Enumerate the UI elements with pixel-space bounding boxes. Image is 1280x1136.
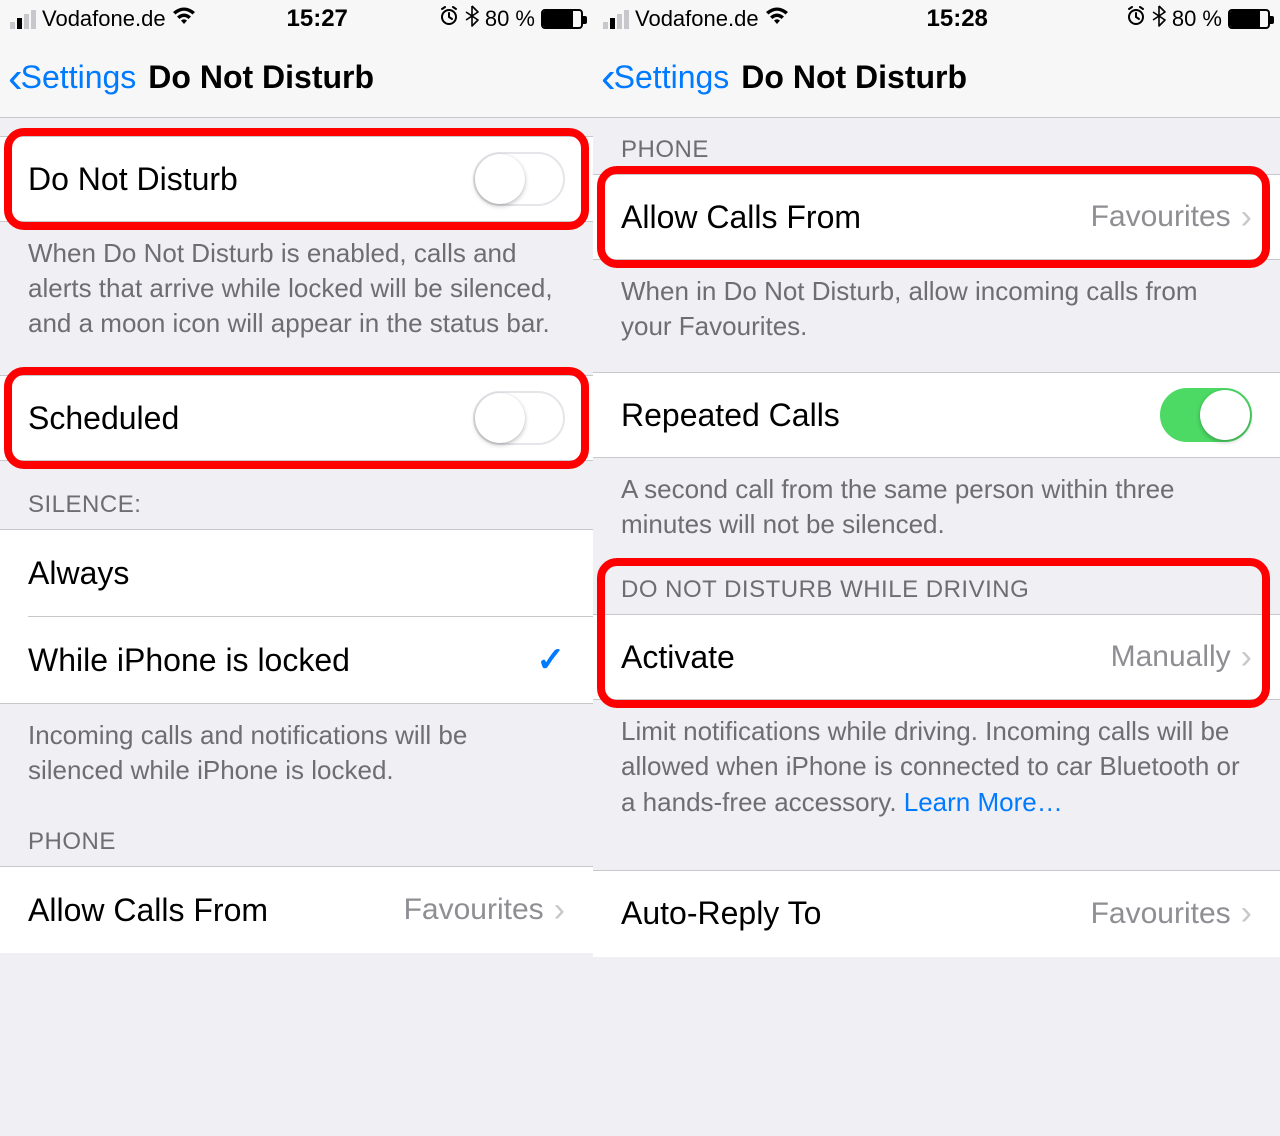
battery-icon bbox=[541, 9, 583, 29]
dnd-label: Do Not Disturb bbox=[28, 161, 238, 198]
silence-locked-row[interactable]: While iPhone is locked ✓ bbox=[0, 617, 593, 703]
allow-calls-row[interactable]: Allow Calls From Favourites › bbox=[0, 867, 593, 953]
allow-calls-group: Allow Calls From Favourites › bbox=[0, 866, 593, 953]
silence-footer: Incoming calls and notifications will be… bbox=[0, 704, 593, 798]
chevron-right-icon: › bbox=[554, 891, 565, 930]
chevron-right-icon: › bbox=[1241, 198, 1252, 237]
chevron-right-icon: › bbox=[1241, 894, 1252, 933]
status-time: 15:27 bbox=[287, 5, 348, 33]
allow-calls-row[interactable]: Allow Calls From Favourites › bbox=[593, 174, 1280, 260]
nav-bar: ‹ Settings Do Not Disturb bbox=[593, 38, 1280, 118]
repeated-calls-footer: A second call from the same person withi… bbox=[593, 458, 1280, 552]
activate-label: Activate bbox=[621, 639, 735, 676]
scheduled-toggle-row[interactable]: Scheduled bbox=[0, 375, 593, 461]
autoreply-group: Auto-Reply To Favourites › bbox=[593, 870, 1280, 957]
status-time: 15:28 bbox=[927, 5, 988, 33]
signal-icon bbox=[603, 10, 629, 29]
status-bar: Vodafone.de 15:28 80 % bbox=[593, 0, 1280, 38]
wifi-icon bbox=[172, 7, 196, 31]
scheduled-label: Scheduled bbox=[28, 400, 179, 437]
bluetooth-icon bbox=[465, 5, 479, 33]
allow-calls-value: Favourites bbox=[404, 893, 544, 927]
driving-footer: Limit notifications while driving. Incom… bbox=[593, 700, 1280, 829]
screen-left: Vodafone.de 15:27 80 % ‹ Settings Do Not… bbox=[0, 0, 593, 1136]
silence-always-label: Always bbox=[28, 555, 129, 592]
allow-calls-value: Favourites bbox=[1091, 200, 1231, 234]
silence-locked-label: While iPhone is locked bbox=[28, 642, 350, 679]
alarm-icon bbox=[1126, 6, 1146, 32]
screen-right: Vodafone.de 15:28 80 % ‹ Settings Do Not… bbox=[593, 0, 1280, 1136]
autoreply-value: Favourites bbox=[1091, 897, 1231, 931]
nav-bar: ‹ Settings Do Not Disturb bbox=[0, 38, 593, 118]
status-bar: Vodafone.de 15:27 80 % bbox=[0, 0, 593, 38]
activate-row[interactable]: Activate Manually › bbox=[593, 614, 1280, 700]
wifi-icon bbox=[765, 7, 789, 31]
carrier-label: Vodafone.de bbox=[42, 6, 166, 32]
alarm-icon bbox=[439, 6, 459, 32]
autoreply-label: Auto-Reply To bbox=[621, 895, 821, 932]
check-icon: ✓ bbox=[537, 640, 566, 680]
page-title: Do Not Disturb bbox=[741, 59, 967, 96]
back-button[interactable]: ‹ Settings bbox=[601, 56, 729, 100]
carrier-label: Vodafone.de bbox=[635, 6, 759, 32]
silence-group: Always While iPhone is locked ✓ bbox=[0, 529, 593, 704]
back-label: Settings bbox=[614, 59, 730, 96]
bluetooth-icon bbox=[1152, 5, 1166, 33]
dnd-toggle-row[interactable]: Do Not Disturb bbox=[0, 136, 593, 222]
chevron-right-icon: › bbox=[1241, 638, 1252, 677]
battery-icon bbox=[1228, 9, 1270, 29]
phone-header: PHONE bbox=[593, 118, 1280, 174]
dnd-footer: When Do Not Disturb is enabled, calls an… bbox=[0, 222, 593, 351]
allow-calls-footer: When in Do Not Disturb, allow incoming c… bbox=[593, 260, 1280, 354]
battery-percent: 80 % bbox=[1172, 6, 1222, 32]
scheduled-toggle[interactable] bbox=[473, 391, 565, 445]
autoreply-row[interactable]: Auto-Reply To Favourites › bbox=[593, 871, 1280, 957]
signal-icon bbox=[10, 10, 36, 29]
silence-header: SILENCE: bbox=[0, 461, 593, 529]
learn-more-link[interactable]: Learn More… bbox=[904, 787, 1063, 817]
battery-percent: 80 % bbox=[485, 6, 535, 32]
back-label: Settings bbox=[21, 59, 137, 96]
repeated-calls-toggle[interactable] bbox=[1160, 388, 1252, 442]
activate-value: Manually bbox=[1111, 640, 1231, 674]
dnd-toggle[interactable] bbox=[473, 152, 565, 206]
allow-calls-label: Allow Calls From bbox=[28, 892, 268, 929]
back-button[interactable]: ‹ Settings bbox=[8, 56, 136, 100]
silence-always-row[interactable]: Always bbox=[0, 530, 593, 616]
repeated-calls-row[interactable]: Repeated Calls bbox=[593, 372, 1280, 458]
driving-header: DO NOT DISTURB WHILE DRIVING bbox=[593, 552, 1280, 614]
allow-calls-label: Allow Calls From bbox=[621, 199, 861, 236]
page-title: Do Not Disturb bbox=[148, 59, 374, 96]
repeated-calls-label: Repeated Calls bbox=[621, 397, 840, 434]
phone-header: PHONE bbox=[0, 798, 593, 866]
